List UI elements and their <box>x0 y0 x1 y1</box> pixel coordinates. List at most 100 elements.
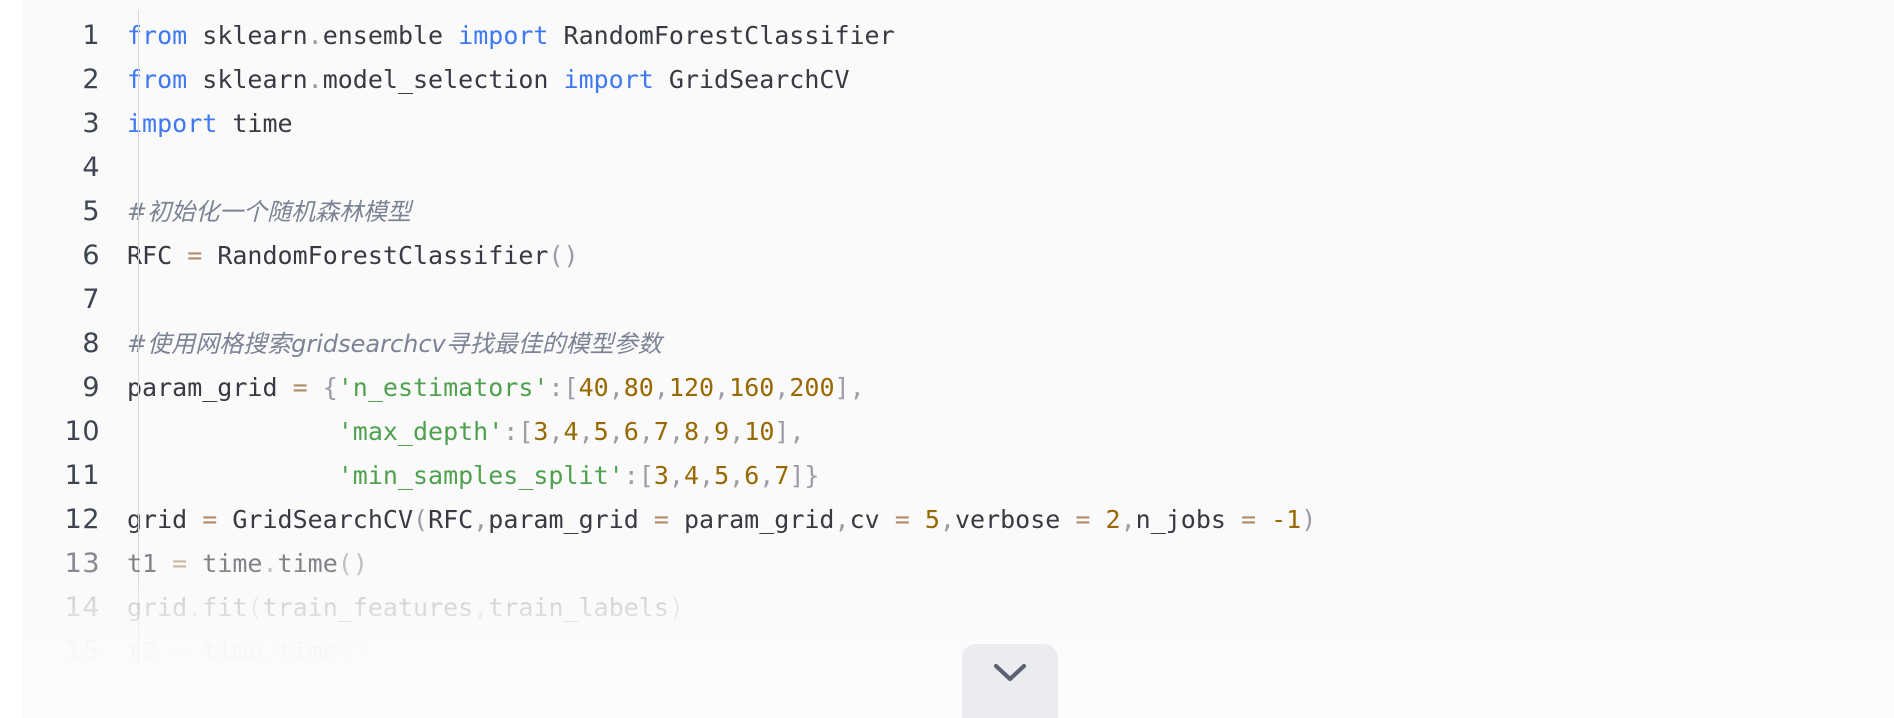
line-number: 5 <box>82 196 100 227</box>
code-line: 13 t1 = time.time() <box>22 542 1894 586</box>
code-line: 12 grid = GridSearchCV(RFC,param_grid = p… <box>22 498 1894 542</box>
code-token: import <box>127 109 218 138</box>
code-token: #使用网格搜索gridsearchcv寻找最佳的模型参数 <box>127 330 662 358</box>
code-token: 5 <box>924 505 940 534</box>
code-token: ensemble <box>322 21 459 50</box>
code-line-text: RFC = RandomForestClassifier() <box>114 234 1894 278</box>
code-token: = <box>292 373 308 402</box>
code-token: 10 <box>744 417 775 446</box>
code-line-text: t1 = time.time() <box>114 542 1894 586</box>
code-token: t1 <box>127 549 173 578</box>
code-token: = <box>653 505 669 534</box>
code-token: import <box>458 21 549 50</box>
code-token: , <box>638 417 654 446</box>
code-token: 3 <box>653 461 669 490</box>
code-token: model_selection <box>322 65 564 94</box>
code-token: = <box>1241 505 1257 534</box>
code-token: time <box>277 549 338 578</box>
line-number: 3 <box>82 108 100 139</box>
code-line: 5 #初始化一个随机森林模型 <box>22 190 1894 234</box>
code-line: 9 param_grid = {'n_estimators':[40,80,120… <box>22 366 1894 410</box>
code-token: , <box>548 417 564 446</box>
code-token: 'min_samples_split' <box>337 461 624 490</box>
code-token: , <box>774 373 790 402</box>
code-token: , <box>699 417 715 446</box>
code-line: 8 #使用网格搜索gridsearchcv寻找最佳的模型参数 <box>22 322 1894 366</box>
code-line: 2 from sklearn.model_selection import Gri… <box>22 58 1894 102</box>
code-token: 7 <box>653 417 669 446</box>
code-token: ) <box>1301 505 1317 534</box>
line-number: 8 <box>82 328 100 359</box>
code-token: :[ <box>548 373 579 402</box>
code-token: 160 <box>729 373 775 402</box>
code-token: 5 <box>593 417 609 446</box>
code-token: from <box>127 65 188 94</box>
line-number: 6 <box>82 240 100 271</box>
line-number: 1 <box>82 20 100 51</box>
chevron-down-icon <box>993 662 1027 684</box>
code-token: RFC <box>428 505 474 534</box>
code-token: RandomForestClassifier <box>548 21 895 50</box>
code-token: . <box>307 65 323 94</box>
code-token: GridSearchCV <box>217 505 413 534</box>
code-token: 40 <box>578 373 609 402</box>
code-token: () <box>337 637 368 666</box>
code-token: ], <box>834 373 865 402</box>
line-number: 14 <box>64 592 100 623</box>
code-token: n_jobs <box>1135 505 1241 534</box>
code-token: 8 <box>684 417 700 446</box>
line-number: 2 <box>82 64 100 95</box>
code-line-text: from sklearn.ensemble import RandomFores… <box>114 14 1894 58</box>
code-token: time <box>217 109 293 138</box>
code-line: 6 RFC = RandomForestClassifier() <box>22 234 1894 278</box>
code-token: , <box>608 417 624 446</box>
code-token: RandomForestClassifier <box>202 241 549 270</box>
code-token: = <box>187 241 203 270</box>
code-token: 200 <box>789 373 835 402</box>
code-token: 9 <box>714 417 730 446</box>
code-token: 6 <box>744 461 760 490</box>
code-lines-host: 1 from sklearn.ensemble import RandomFore… <box>22 14 1894 674</box>
code-token: , <box>729 417 745 446</box>
code-line: 14 grid.fit(train_features,train_labels) <box>22 586 1894 630</box>
code-line: 1 from sklearn.ensemble import RandomFore… <box>22 14 1894 58</box>
code-line-text: from sklearn.model_selection import Grid… <box>114 58 1894 102</box>
code-line-text: #初始化一个随机森林模型 <box>114 190 1894 234</box>
code-token: import <box>563 65 654 94</box>
code-token: . <box>307 21 323 50</box>
code-token: param_grid <box>127 373 293 402</box>
code-token: 3 <box>533 417 549 446</box>
code-line-text: param_grid = {'n_estimators':[40,80,120,… <box>114 366 1894 410</box>
code-lines-container[interactable]: 1 from sklearn.ensemble import RandomFore… <box>22 0 1894 674</box>
code-token: , <box>653 373 669 402</box>
code-token: , <box>759 461 775 490</box>
code-token: grid <box>127 593 188 622</box>
code-token: sklearn <box>187 65 308 94</box>
code-token: 7 <box>774 461 790 490</box>
code-token: = <box>202 505 218 534</box>
code-line: 7 <box>22 278 1894 322</box>
code-token: 'n_estimators' <box>337 373 549 402</box>
line-number: 10 <box>64 416 100 447</box>
code-token: 'max_depth' <box>337 417 504 446</box>
code-token: , <box>1120 505 1136 534</box>
code-token: ( <box>413 505 429 534</box>
code-line: 4 <box>22 146 1894 190</box>
code-token: = <box>894 505 910 534</box>
code-token: ( <box>247 593 263 622</box>
line-number: 4 <box>82 152 100 183</box>
code-token: , <box>578 417 594 446</box>
code-token: , <box>834 505 850 534</box>
code-token: GridSearchCV <box>653 65 850 94</box>
expand-code-button[interactable] <box>962 644 1058 718</box>
code-line: 11 'min_samples_split':[3,4,5,6,7]} <box>22 454 1894 498</box>
code-line-text: 'max_depth':[3,4,5,6,7,8,9,10], <box>114 410 1894 454</box>
code-token: verbose <box>954 505 1076 534</box>
code-token: . <box>262 637 278 666</box>
code-token: , <box>668 417 685 446</box>
code-token: 5 <box>714 461 730 490</box>
